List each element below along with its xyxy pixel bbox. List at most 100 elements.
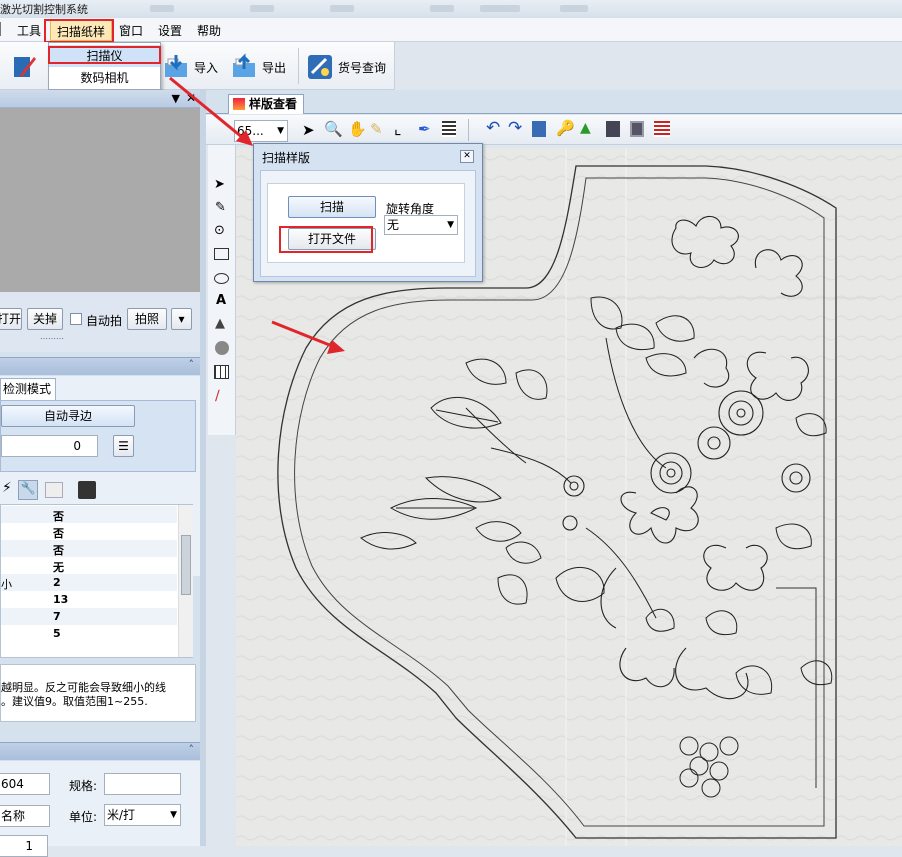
table-row[interactable]: 否	[1, 523, 177, 540]
prop-value: 13	[53, 593, 69, 606]
tab-label: 样版查看	[249, 97, 298, 111]
menu-window[interactable]: 窗口	[119, 22, 143, 39]
close-button[interactable]: 关掉	[27, 308, 63, 330]
sphere-icon[interactable]	[215, 341, 229, 355]
signal-icon[interactable]: ▲	[580, 120, 591, 136]
lines-icon[interactable]	[654, 121, 670, 137]
title-bar: 激光切割控制系统	[0, 0, 902, 18]
unit-value: 米/打	[107, 808, 136, 822]
redo-icon[interactable]: ↷	[508, 118, 522, 138]
toolbar-separator	[468, 119, 469, 141]
triangle-icon[interactable]: ▲	[215, 316, 225, 331]
panel-splitter[interactable]	[200, 90, 206, 846]
pin-icon[interactable]: ▼	[172, 92, 180, 105]
menu-separator	[0, 22, 4, 36]
import-icon	[165, 55, 187, 77]
capture-button[interactable]: 拍照	[127, 308, 167, 330]
menu-tools[interactable]: 工具	[17, 22, 41, 39]
chevron-down-icon: ▼	[447, 220, 454, 230]
filter-icon: ☰	[118, 439, 129, 453]
scan-pattern-dialog: 扫描样版 ✕ 扫描 旋转角度 无 ▼ 打开文件	[253, 143, 483, 282]
zoom-select[interactable]: 65... ▼	[234, 120, 288, 142]
auto-edge-button[interactable]: 自动寻边	[1, 405, 135, 427]
panel-header: ▼ ✕	[0, 90, 200, 108]
table-icon[interactable]	[214, 365, 229, 379]
title-decoration	[560, 5, 588, 12]
detect-section-header[interactable]: ˄	[0, 357, 200, 375]
camera-preview	[0, 108, 200, 292]
paste-icon[interactable]	[532, 121, 546, 137]
splitter-grip[interactable]: ⋯⋯⋯	[40, 334, 64, 343]
scrollbar-thumb[interactable]	[181, 535, 191, 595]
line-icon[interactable]: ∕	[215, 388, 220, 404]
prop-value: 2	[53, 576, 61, 589]
chevron-down-icon: ▼	[277, 126, 284, 136]
collapse-icon[interactable]: ˄	[189, 743, 195, 756]
threshold-spinner[interactable]: 0	[1, 435, 98, 457]
info-section-header[interactable]: ˄	[0, 742, 200, 760]
open-button[interactable]: 打开	[0, 308, 22, 330]
list-scrollbar[interactable]	[178, 505, 193, 657]
tab-detect-mode[interactable]: 检测模式	[0, 378, 56, 400]
undo-icon[interactable]: ↶	[486, 118, 500, 138]
node-icon[interactable]: ⊙	[214, 223, 225, 238]
lookup-button[interactable]: 货号查询	[306, 50, 386, 84]
lightning-icon[interactable]: ⚡	[2, 480, 12, 496]
unit-select[interactable]: 米/打 ▼	[104, 804, 181, 826]
highlight-box	[48, 46, 161, 64]
vertical-toolbar: ➤ ✎ ⊙ A ▲ ∕	[208, 145, 236, 435]
menu-settings[interactable]: 设置	[158, 22, 182, 39]
info-panel: 604 规格: 名称 单位: 米/打 ▼ 1	[0, 761, 200, 857]
rectangle-icon[interactable]	[214, 248, 229, 260]
pen-icon[interactable]: ✎	[215, 200, 226, 215]
spec-field[interactable]	[104, 773, 181, 795]
title-decoration	[430, 5, 454, 12]
title-decoration	[480, 5, 520, 12]
list-icon[interactable]	[442, 121, 456, 137]
prop-value: 无	[53, 561, 64, 574]
eyedropper-icon[interactable]: ✒	[418, 120, 431, 138]
pointer-icon[interactable]: ➤	[302, 121, 315, 139]
menu-help[interactable]: 帮助	[197, 22, 221, 39]
menu-bar: 工具 扫描纸样 窗口 设置 帮助	[0, 18, 902, 42]
collapse-icon[interactable]: ˄	[189, 358, 195, 371]
zoom-icon[interactable]: 🔍	[324, 120, 343, 138]
menu-item-digital-camera[interactable]: 数码相机	[49, 67, 160, 89]
tab-pattern-view[interactable]: 样版查看	[228, 94, 304, 114]
select-icon[interactable]: ➤	[214, 177, 225, 192]
name-field[interactable]: 名称	[0, 805, 50, 827]
text-icon[interactable]: A	[216, 293, 226, 308]
close-icon[interactable]: ✕	[186, 91, 196, 105]
auto-capture-checkbox[interactable]	[70, 313, 82, 325]
table-row[interactable]: 13	[1, 591, 177, 608]
save-icon[interactable]	[78, 481, 96, 499]
table-row[interactable]: 否	[1, 506, 177, 523]
rotation-select[interactable]: 无 ▼	[384, 215, 458, 235]
export-button[interactable]: 导出	[230, 50, 286, 84]
document-tab-strip	[206, 90, 902, 114]
grid-icon[interactable]	[45, 482, 63, 498]
close-icon[interactable]: ✕	[460, 150, 474, 163]
key-icon[interactable]: 🔑	[556, 119, 575, 137]
table-row[interactable]: 小2	[1, 574, 177, 591]
more-options-button[interactable]: ▾	[171, 308, 192, 330]
import-button[interactable]: 导入	[162, 50, 218, 84]
crop-icon[interactable]: ⌞	[394, 119, 402, 138]
wrench-icon[interactable]: 🔧	[18, 480, 38, 500]
quantity-stepper[interactable]: 1	[0, 835, 48, 857]
export-image-icon[interactable]	[606, 121, 620, 137]
rotation-value: 无	[387, 218, 400, 232]
hand-icon[interactable]: ✋	[348, 120, 367, 138]
ruler-icon[interactable]: ✎	[370, 120, 383, 138]
ellipse-icon[interactable]	[214, 273, 229, 284]
draw-tool-button[interactable]	[10, 50, 38, 84]
table-row[interactable]: 否	[1, 540, 177, 557]
table-row[interactable]: 7	[1, 608, 177, 625]
filter-button[interactable]: ☰	[113, 435, 134, 457]
left-panel: ▼ ✕ 打开 关掉 自动拍 拍照 ▾ ⋯⋯⋯ ˄ 检测模式 自动寻边 0 ☰ ⚡…	[0, 90, 200, 857]
table-row[interactable]: 无	[1, 557, 177, 574]
table-row[interactable]: 5	[1, 625, 177, 642]
code-field[interactable]: 604	[0, 773, 50, 795]
copy-icon[interactable]	[630, 121, 644, 137]
scan-button[interactable]: 扫描	[288, 196, 376, 218]
